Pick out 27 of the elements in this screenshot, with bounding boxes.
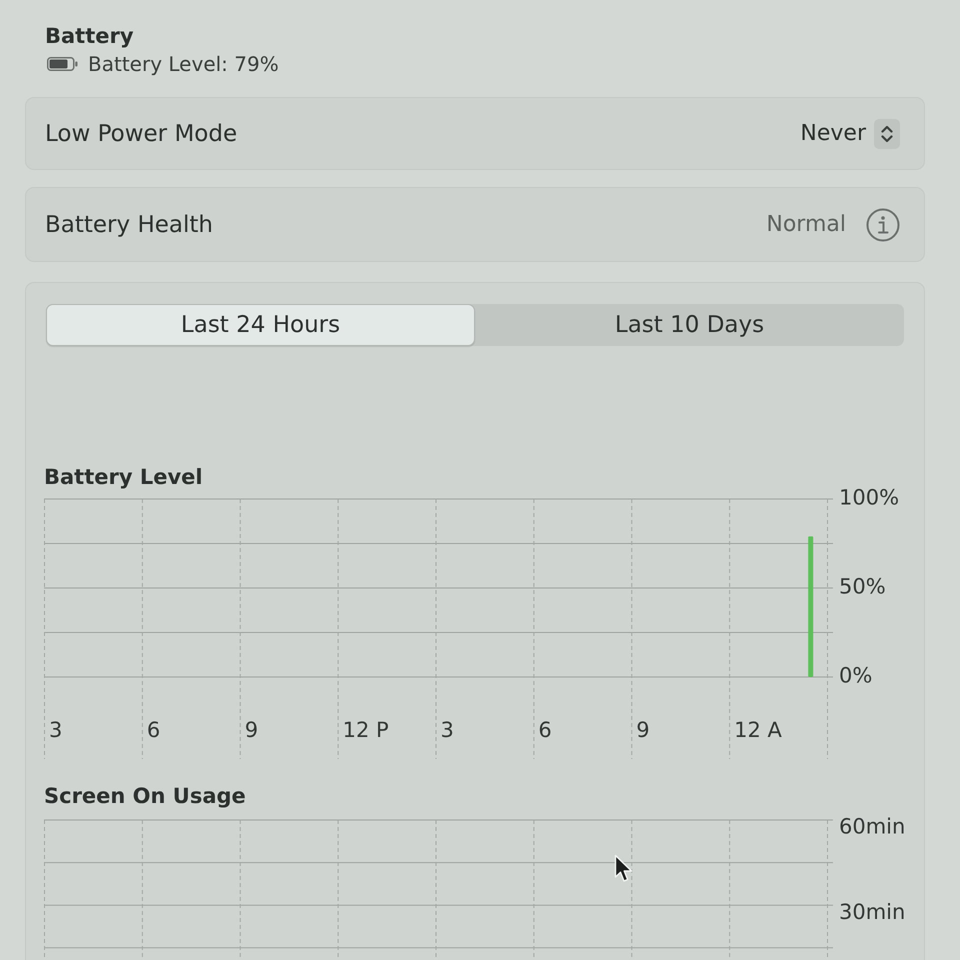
time-range-tab[interactable]: Last 10 Days <box>475 304 904 346</box>
battery-icon <box>47 57 78 71</box>
chart-title: Battery Level <box>44 464 203 490</box>
x-axis-label: 9 <box>636 718 650 742</box>
x-axis-label: 6 <box>538 718 552 742</box>
x-axis-label: 3 <box>440 718 454 742</box>
y-axis-label: 100% <box>839 487 900 510</box>
y-axis-label: 60min <box>839 817 906 839</box>
setting-value: Normal <box>766 210 846 238</box>
y-axis-label: 50% <box>839 574 886 599</box>
chart-title: Screen On Usage <box>44 783 246 809</box>
x-axis-label: 3 <box>49 718 62 742</box>
setting-label: Battery Health <box>45 210 213 238</box>
x-axis-label: 6 <box>146 718 160 742</box>
x-axis-label: 9 <box>244 718 258 742</box>
x-axis-label: 12 P <box>342 718 389 742</box>
time-range-tab[interactable]: Last 24 Hours <box>46 304 475 346</box>
popup-menu-button[interactable]: Never <box>800 118 900 148</box>
up-down-chevron-icon <box>874 118 900 148</box>
mouse-pointer-icon <box>614 854 634 884</box>
setting-label: Low Power Mode <box>45 120 238 148</box>
section-title: Battery <box>45 23 134 50</box>
info-icon[interactable] <box>866 208 900 242</box>
battery-level-text: Battery Level: 79% <box>88 52 279 76</box>
x-axis-label: 12 A <box>734 718 782 742</box>
y-axis-label: 0% <box>839 664 872 688</box>
y-axis-label: 30min <box>839 900 906 924</box>
